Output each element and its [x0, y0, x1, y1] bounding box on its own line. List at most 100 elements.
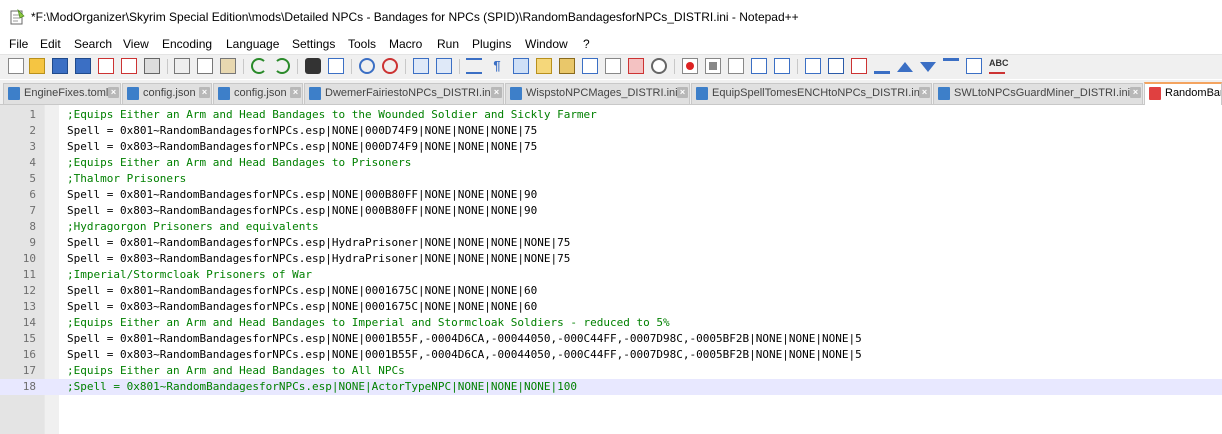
code-comment[interactable]: ;Imperial/Stormcloak Prisoners of War — [67, 268, 312, 281]
word-wrap-icon[interactable] — [466, 58, 482, 74]
tab-wisps[interactable]: WispstoNPCMages_DISTRI.ini × — [505, 83, 690, 104]
code-line[interactable]: 3 Spell = 0x803~RandomBandagesforNPCs.esp… — [0, 139, 1222, 155]
code-text[interactable]: Spell = 0x801~RandomBandagesforNPCs.esp|… — [67, 332, 862, 345]
code-line[interactable]: 15 Spell = 0x801~RandomBandagesforNPCs.es… — [0, 331, 1222, 347]
compare-icon[interactable] — [828, 58, 844, 74]
tab-equipspelltomes[interactable]: EquipSpellTomesENCHtoNPCs_DISTRI.ini × — [691, 83, 932, 104]
editor-area[interactable]: 1 ;Equips Either an Arm and Head Bandages… — [0, 105, 1222, 434]
code-comment[interactable]: ;Equips Either an Arm and Head Bandages … — [67, 364, 405, 377]
code-text[interactable]: Spell = 0x801~RandomBandagesforNPCs.esp|… — [67, 188, 537, 201]
show-all-chars-icon[interactable]: ¶ — [489, 58, 505, 74]
code-line[interactable]: 5 ;Thalmor Prisoners — [0, 171, 1222, 187]
code-comment[interactable]: ;Equips Either an Arm and Head Bandages … — [67, 108, 597, 121]
code-comment[interactable]: ;Hydragorgon Prisoners and equivalents — [67, 220, 319, 233]
menu-plugins[interactable]: Plugins — [472, 37, 511, 51]
tab-config-json-1[interactable]: config.json × — [122, 83, 212, 104]
menu-edit[interactable]: Edit — [40, 37, 61, 51]
close-tab-icon[interactable]: × — [108, 87, 119, 98]
code-line[interactable]: 4 ;Equips Either an Arm and Head Bandages… — [0, 155, 1222, 171]
find-icon[interactable] — [305, 58, 321, 74]
code-line[interactable]: 8 ;Hydragorgon Prisoners and equivalents — [0, 219, 1222, 235]
clear-compare-icon[interactable] — [851, 58, 867, 74]
close-icon[interactable] — [98, 58, 114, 74]
close-tab-icon[interactable]: × — [919, 87, 930, 98]
code-comment[interactable]: ;Equips Either an Arm and Head Bandages … — [67, 156, 411, 169]
code-line[interactable]: 14 ;Equips Either an Arm and Head Bandage… — [0, 315, 1222, 331]
tab-randombandages[interactable]: RandomBan — [1144, 82, 1222, 105]
sync-horizontal-icon[interactable] — [436, 58, 452, 74]
code-line[interactable]: 11 ;Imperial/Stormcloak Prisoners of War — [0, 267, 1222, 283]
code-line[interactable]: 16 Spell = 0x803~RandomBandagesforNPCs.es… — [0, 347, 1222, 363]
menu-macro[interactable]: Macro — [389, 37, 422, 51]
diff-navigation-icon[interactable] — [966, 58, 982, 74]
insert-comment-icon[interactable] — [805, 58, 821, 74]
code-line[interactable]: 17 ;Equips Either an Arm and Head Bandage… — [0, 363, 1222, 379]
code-comment[interactable]: ;Equips Either an Arm and Head Bandages … — [67, 316, 670, 329]
zoom-in-icon[interactable] — [359, 58, 375, 74]
tab-dwemer[interactable]: DwemerFairiestoNPCs_DISTRI.ini × — [304, 83, 504, 104]
code-text[interactable]: Spell = 0x801~RandomBandagesforNPCs.esp|… — [67, 124, 537, 137]
last-diff-icon[interactable] — [943, 58, 959, 74]
save-icon[interactable] — [52, 58, 68, 74]
code-line[interactable]: 10 Spell = 0x803~RandomBandagesforNPCs.es… — [0, 251, 1222, 267]
next-diff-icon[interactable] — [920, 62, 936, 72]
code-comment[interactable]: ;Thalmor Prisoners — [67, 172, 186, 185]
code-line[interactable]: 12 Spell = 0x801~RandomBandagesforNPCs.es… — [0, 283, 1222, 299]
document-map-icon[interactable] — [559, 58, 575, 74]
folder-red-icon[interactable] — [628, 58, 644, 74]
redo-icon[interactable] — [274, 58, 290, 74]
code-line[interactable]: 9 Spell = 0x801~RandomBandagesforNPCs.esp… — [0, 235, 1222, 251]
menu-window[interactable]: Window — [525, 37, 568, 51]
code-line[interactable]: 6 Spell = 0x801~RandomBandagesforNPCs.esp… — [0, 187, 1222, 203]
save-macro-icon[interactable] — [774, 58, 790, 74]
code-comment[interactable]: ;Spell = 0x801~RandomBandagesforNPCs.esp… — [67, 380, 577, 393]
paste-icon[interactable] — [220, 58, 236, 74]
cut-icon[interactable] — [174, 58, 190, 74]
code-line[interactable]: 7 Spell = 0x803~RandomBandagesforNPCs.esp… — [0, 203, 1222, 219]
close-tab-icon[interactable]: × — [199, 87, 210, 98]
tab-config-json-2[interactable]: config.json × — [213, 83, 303, 104]
code-line[interactable]: 1 ;Equips Either an Arm and Head Bandages… — [0, 107, 1222, 123]
menu-encoding[interactable]: Encoding — [162, 37, 212, 51]
close-tab-icon[interactable]: × — [677, 87, 688, 98]
close-tab-icon[interactable]: × — [290, 87, 301, 98]
menu-settings[interactable]: Settings — [292, 37, 335, 51]
tab-enginefixes[interactable]: EngineFixes.toml × — [3, 83, 121, 104]
function-list-icon[interactable] — [582, 58, 598, 74]
close-all-icon[interactable] — [121, 58, 137, 74]
save-all-icon[interactable] — [75, 58, 91, 74]
code-line[interactable]: 2 Spell = 0x801~RandomBandagesforNPCs.esp… — [0, 123, 1222, 139]
prev-diff-icon[interactable] — [897, 62, 913, 72]
stop-macro-icon[interactable] — [705, 58, 721, 74]
copy-icon[interactable] — [197, 58, 213, 74]
language-define-icon[interactable] — [536, 58, 552, 74]
new-file-icon[interactable] — [8, 58, 24, 74]
indent-guide-icon[interactable] — [513, 58, 529, 74]
folder-workspace-icon[interactable] — [605, 58, 621, 74]
close-tab-icon[interactable]: × — [1130, 87, 1141, 98]
open-file-icon[interactable] — [29, 58, 45, 74]
code-line[interactable]: 13 Spell = 0x803~RandomBandagesforNPCs.es… — [0, 299, 1222, 315]
zoom-out-icon[interactable] — [382, 58, 398, 74]
menu-help[interactable]: ? — [583, 37, 590, 51]
code-text[interactable]: Spell = 0x803~RandomBandagesforNPCs.esp|… — [67, 140, 537, 153]
menu-file[interactable]: File — [9, 37, 28, 51]
record-macro-icon[interactable] — [682, 58, 698, 74]
run-macro-multiple-icon[interactable] — [751, 58, 767, 74]
play-macro-icon[interactable] — [728, 58, 744, 74]
tab-swl[interactable]: SWLtoNPCsGuardMiner_DISTRI.ini × — [933, 83, 1143, 104]
first-diff-icon[interactable] — [874, 58, 890, 74]
close-tab-icon[interactable]: × — [491, 87, 502, 98]
replace-icon[interactable] — [328, 58, 344, 74]
code-text[interactable]: Spell = 0x803~RandomBandagesforNPCs.esp|… — [67, 252, 570, 265]
code-text[interactable]: Spell = 0x803~RandomBandagesforNPCs.esp|… — [67, 300, 537, 313]
undo-icon[interactable] — [251, 58, 267, 74]
menu-run[interactable]: Run — [437, 37, 459, 51]
menu-tools[interactable]: Tools — [348, 37, 376, 51]
menu-language[interactable]: Language — [226, 37, 279, 51]
code-text[interactable]: Spell = 0x803~RandomBandagesforNPCs.esp|… — [67, 204, 537, 217]
code-text[interactable]: Spell = 0x801~RandomBandagesforNPCs.esp|… — [67, 284, 537, 297]
print-icon[interactable] — [144, 58, 160, 74]
spell-check-icon[interactable]: ABC — [989, 58, 1009, 74]
code-text[interactable]: Spell = 0x803~RandomBandagesforNPCs.esp|… — [67, 348, 862, 361]
